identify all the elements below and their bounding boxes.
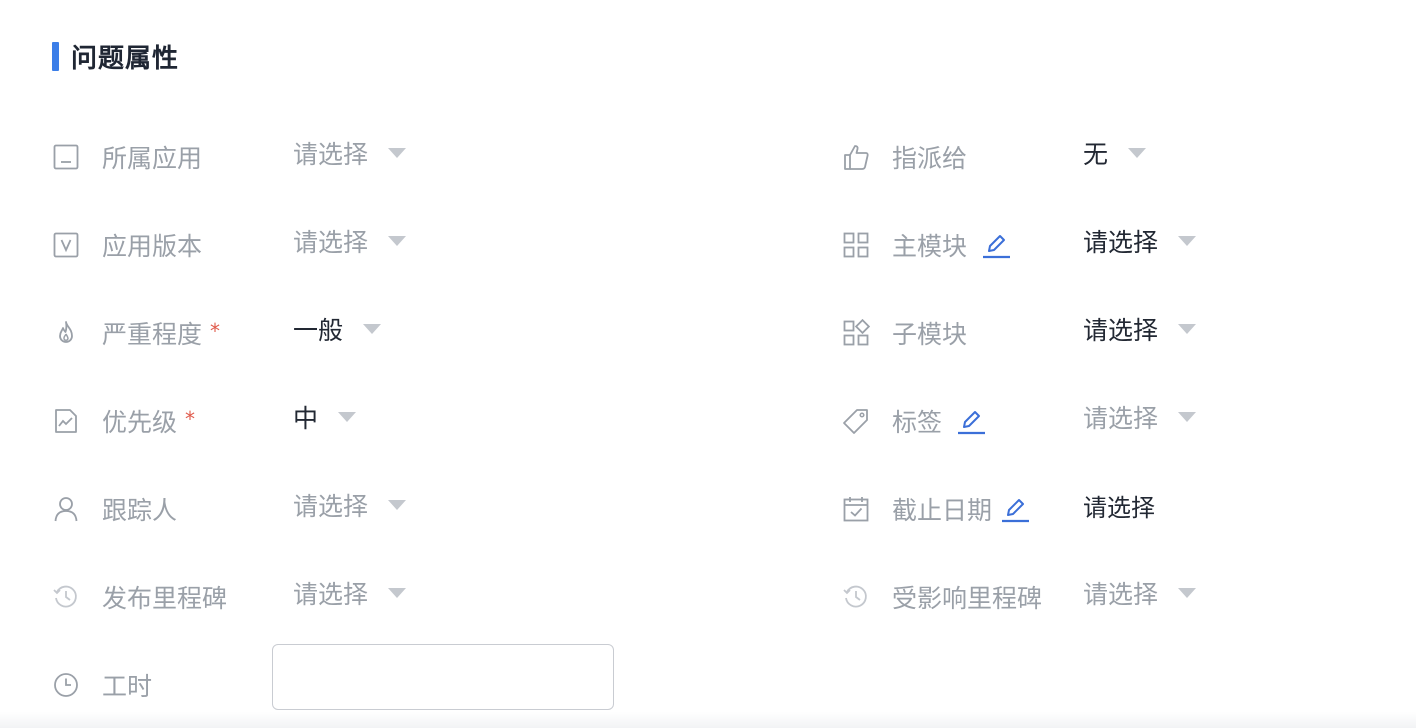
chevron-down-icon [388, 148, 407, 158]
edit-main-module-icon[interactable] [981, 230, 1011, 260]
chevron-down-icon [1178, 588, 1197, 598]
select-app-value: 请选择 [293, 140, 369, 169]
field-label-assignee: 指派给 [842, 137, 967, 177]
label-work-hours: 工时 [102, 672, 153, 701]
field-label-app-version: 应用版本 [52, 225, 202, 265]
field-label-sub-module: 子模块 [842, 313, 967, 353]
calendar-icon [842, 495, 870, 523]
field-label-app: 所属应用 [52, 137, 202, 177]
select-release-milestone-value: 请选择 [293, 580, 369, 609]
due-date-value[interactable]: 请选择 [1083, 488, 1155, 528]
chevron-down-icon [338, 412, 357, 422]
label-follower: 跟踪人 [102, 496, 178, 525]
select-main-module[interactable]: 请选择 [1083, 221, 1197, 261]
field-label-work-hours: 工时 [52, 665, 152, 705]
field-label-due-date: 截止日期 [842, 489, 1030, 529]
app-icon [52, 143, 80, 171]
select-tags-value: 请选择 [1083, 404, 1159, 433]
select-app[interactable]: 请选择 [293, 133, 407, 173]
required-mark: * [185, 407, 196, 431]
issue-attributes-panel: 问题属性 所属应用 请选择 应用版本 请选择 严重程度 * 一般 优先级 * 中… [0, 0, 1416, 728]
label-affected-milestone: 受影响里程碑 [892, 584, 1043, 613]
select-affected-milestone-value: 请选择 [1083, 580, 1159, 609]
field-label-release-milestone: 发布里程碑 [52, 577, 227, 617]
edit-tags-icon[interactable] [956, 406, 986, 436]
tag-icon [842, 407, 870, 435]
milestone-icon [52, 583, 80, 611]
label-main-module: 主模块 [892, 232, 968, 261]
field-label-priority: 优先级 * [52, 401, 195, 441]
chevron-down-icon [1178, 236, 1197, 246]
chevron-down-icon [388, 500, 407, 510]
label-sub-module: 子模块 [892, 320, 968, 349]
field-label-main-module: 主模块 [842, 225, 1011, 265]
field-label-severity: 严重程度 * [52, 313, 220, 353]
priority-icon [52, 407, 80, 435]
select-assignee-value: 无 [1083, 140, 1109, 169]
label-severity: 严重程度 [102, 320, 203, 349]
required-mark: * [210, 319, 221, 343]
label-tags: 标签 [892, 408, 943, 437]
select-sub-module[interactable]: 请选择 [1083, 309, 1197, 349]
select-tags[interactable]: 请选择 [1083, 397, 1197, 437]
label-release-milestone: 发布里程碑 [102, 584, 228, 613]
chevron-down-icon [1178, 412, 1197, 422]
clock-icon [52, 671, 80, 699]
grid-icon [842, 231, 870, 259]
select-sub-module-value: 请选择 [1083, 316, 1159, 345]
label-app-version: 应用版本 [102, 232, 203, 261]
field-label-follower: 跟踪人 [52, 489, 177, 529]
user-icon [52, 495, 80, 523]
select-assignee[interactable]: 无 [1083, 133, 1147, 173]
select-release-milestone[interactable]: 请选择 [293, 573, 407, 613]
chevron-down-icon [388, 236, 407, 246]
select-app-version-value: 请选择 [293, 228, 369, 257]
select-affected-milestone[interactable]: 请选择 [1083, 573, 1197, 613]
hand-point-icon [842, 143, 870, 171]
chevron-down-icon [363, 324, 382, 334]
field-label-tags: 标签 [842, 401, 986, 441]
select-priority-value: 中 [293, 404, 319, 433]
label-assignee: 指派给 [892, 144, 968, 173]
version-icon [52, 231, 80, 259]
section-header: 问题属性 [52, 40, 180, 74]
select-follower[interactable]: 请选择 [293, 485, 407, 525]
section-title: 问题属性 [71, 43, 180, 74]
section-accent-bar [52, 41, 59, 71]
label-due-date: 截止日期 [892, 496, 993, 525]
chevron-down-icon [388, 588, 407, 598]
flame-icon [52, 319, 80, 347]
sub-grid-icon [842, 319, 870, 347]
chevron-down-icon [1128, 148, 1147, 158]
select-priority[interactable]: 中 [293, 397, 357, 437]
edit-due-date-icon[interactable] [1000, 494, 1030, 524]
label-priority: 优先级 [102, 408, 178, 437]
select-app-version[interactable]: 请选择 [293, 221, 407, 261]
field-label-affected-milestone: 受影响里程碑 [842, 577, 1042, 617]
work-hours-input[interactable] [272, 644, 614, 710]
select-severity-value: 一般 [293, 316, 344, 345]
bottom-edge [0, 712, 1416, 728]
milestone-icon [842, 583, 870, 611]
chevron-down-icon [1178, 324, 1197, 334]
select-severity[interactable]: 一般 [293, 309, 382, 349]
select-follower-value: 请选择 [293, 492, 369, 521]
select-main-module-value: 请选择 [1083, 228, 1159, 257]
label-app: 所属应用 [102, 144, 203, 173]
